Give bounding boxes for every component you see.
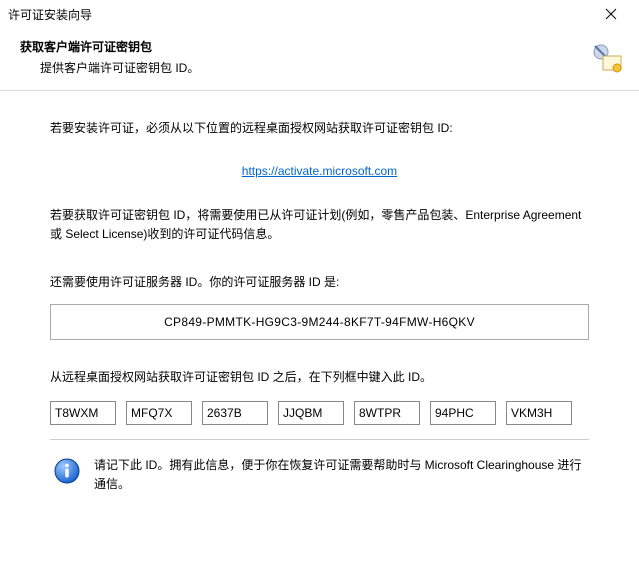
inputs-divider	[50, 439, 589, 440]
window-title: 许可证安装向导	[8, 6, 92, 23]
info-icon	[54, 458, 80, 487]
license-key-part-6[interactable]	[430, 401, 496, 425]
certificate-icon	[589, 42, 623, 79]
license-key-part-2[interactable]	[126, 401, 192, 425]
close-button[interactable]	[591, 2, 631, 26]
activate-link[interactable]: https://activate.microsoft.com	[242, 164, 397, 178]
enter-id-label: 从远程桌面授权网站获取许可证密钥包 ID 之后，在下列框中键入此 ID。	[50, 368, 589, 387]
close-icon	[605, 8, 617, 20]
page-heading: 获取客户端许可证密钥包	[20, 38, 619, 55]
license-key-part-4[interactable]	[278, 401, 344, 425]
note-text: 请记下此 ID。拥有此信息，便于你在恢复许可证需要帮助时与 Microsoft …	[94, 456, 589, 494]
license-key-inputs	[50, 401, 589, 425]
license-key-part-7[interactable]	[506, 401, 572, 425]
page-subheading: 提供客户端许可证密钥包 ID。	[20, 59, 619, 76]
header-divider	[0, 90, 639, 91]
intro-text: 若要安装许可证，必须从以下位置的远程桌面授权网站获取许可证密钥包 ID:	[50, 119, 589, 138]
server-id-label: 还需要使用许可证服务器 ID。你的许可证服务器 ID 是:	[50, 273, 589, 292]
code-info-text: 若要获取许可证密钥包 ID，将需要使用已从许可证计划(例如，零售产品包装、Ent…	[50, 206, 589, 244]
license-key-part-1[interactable]	[50, 401, 116, 425]
server-id-value: CP849-PMMTK-HG9C3-9M244-8KF7T-94FMW-H6QK…	[50, 304, 589, 340]
license-key-part-5[interactable]	[354, 401, 420, 425]
license-key-part-3[interactable]	[202, 401, 268, 425]
